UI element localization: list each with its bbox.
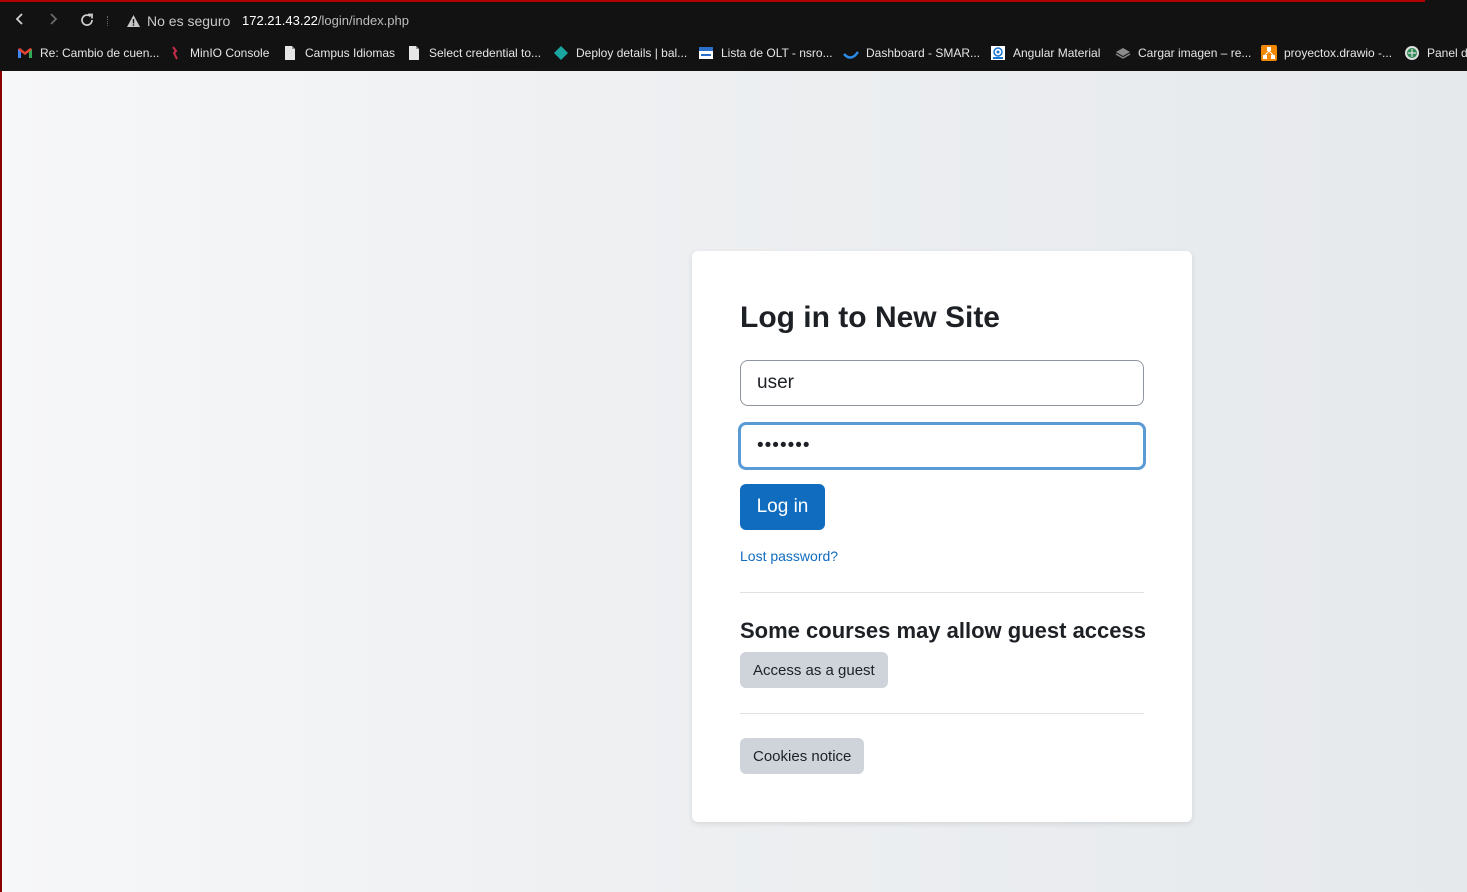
back-button[interactable] [9, 9, 31, 31]
toolbar-separator [107, 16, 108, 26]
angular-material-icon [990, 45, 1006, 61]
window-accent-side [0, 71, 2, 892]
forward-button[interactable] [42, 9, 64, 31]
bookmark-label: MinIO Console [190, 46, 270, 60]
password-input[interactable] [738, 422, 1146, 470]
bookmark-item[interactable]: Re: Cambio de cuen... [17, 42, 159, 64]
cookies-notice-button[interactable]: Cookies notice [740, 738, 865, 774]
username-input[interactable] [740, 360, 1144, 406]
bookmark-label: Campus Idiomas [305, 46, 396, 60]
bookmark-item[interactable]: proyectox.drawio -... [1261, 42, 1392, 64]
login-button[interactable]: Log in [740, 484, 825, 530]
diamond-icon [553, 45, 569, 61]
guest-access-heading: Some courses may allow guest access [740, 618, 1146, 643]
bookmark-label: Deploy details | bal... [576, 46, 688, 60]
bookmark-item[interactable]: Cargar imagen – re... [1115, 42, 1251, 64]
minio-icon [167, 45, 183, 61]
page-icon [282, 45, 298, 61]
bookmark-item[interactable]: Deploy details | bal... [553, 42, 687, 64]
url-field[interactable]: 172.21.43.22/login/index.php [242, 13, 409, 28]
url-host: 172.21.43.22 [242, 13, 318, 28]
bookmark-label: Dashboard - SMAR... [866, 46, 981, 60]
bookmark-label: Angular Material [1013, 46, 1101, 60]
reload-icon [81, 13, 93, 26]
drawio-icon [1261, 45, 1277, 61]
address-bar-row: No es seguro 172.21.43.22/login/index.ph… [0, 2, 1467, 38]
bookmark-item[interactable]: Dashboard - SMAR... [843, 42, 980, 64]
bookmark-label: Cargar imagen – re... [1138, 46, 1252, 60]
bookmark-item[interactable]: Campus Idiomas [282, 42, 395, 64]
bookmark-label: Panel d [1427, 46, 1467, 60]
bookmark-label: Re: Cambio de cuen... [40, 46, 160, 60]
bookmark-item[interactable]: Select credential to... [406, 42, 541, 64]
bookmark-item[interactable]: Angular Material [990, 42, 1100, 64]
olt-icon [698, 45, 714, 61]
bookmark-label: proyectox.drawio -... [1284, 46, 1393, 60]
bookmarks-bar: Re: Cambio de cuen... MinIO Console Camp… [0, 42, 1467, 64]
bookmark-label: Select credential to... [429, 46, 542, 60]
security-indicator[interactable]: No es seguro [126, 11, 230, 31]
lost-password-link[interactable]: Lost password? [740, 548, 838, 564]
gmail-icon [17, 45, 33, 61]
bookmark-item[interactable]: Panel d [1404, 42, 1467, 64]
warning-icon [127, 15, 140, 27]
divider [740, 713, 1144, 714]
bookmark-item[interactable]: Lista de OLT - nsro... [698, 42, 833, 64]
layers-icon [1115, 45, 1131, 61]
forward-arrow-icon [50, 13, 58, 25]
browser-chrome: No es seguro 172.21.43.22/login/index.ph… [0, 0, 1467, 71]
page-title: Log in to New Site [740, 301, 1000, 334]
dashboard-icon [843, 45, 860, 61]
security-label: No es seguro [147, 13, 231, 29]
reload-button[interactable] [76, 9, 98, 31]
divider [740, 592, 1144, 593]
url-path: /login/index.php [317, 13, 409, 28]
back-arrow-icon [15, 13, 23, 25]
bookmark-item[interactable]: MinIO Console [167, 42, 269, 64]
panel-icon [1404, 45, 1420, 61]
page-icon [406, 45, 422, 61]
login-card: Log in to New Site Log in Lost password?… [692, 251, 1192, 822]
bookmark-label: Lista de OLT - nsro... [721, 46, 833, 60]
guest-access-button[interactable]: Access as a guest [740, 652, 888, 688]
